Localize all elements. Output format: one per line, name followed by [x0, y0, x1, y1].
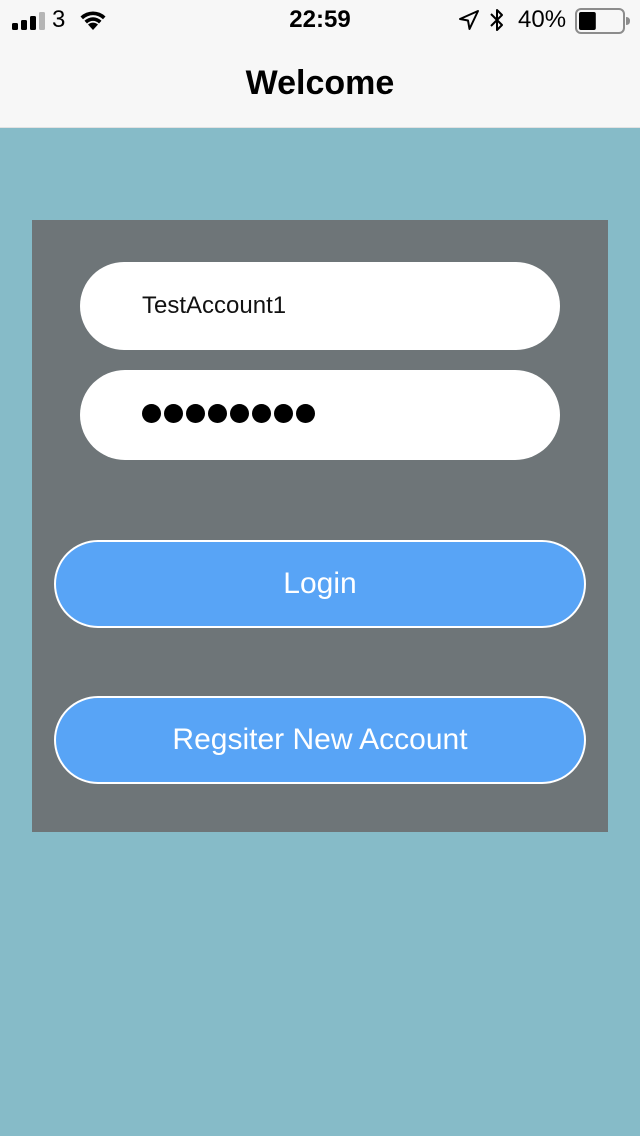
password-dot	[252, 404, 271, 423]
status-bar: 3 22:59 40%	[0, 0, 640, 40]
password-field[interactable]	[80, 370, 560, 460]
top-bar-area: 3 22:59 40% Welcome	[0, 0, 640, 128]
password-mask	[142, 404, 315, 426]
password-dot	[230, 404, 249, 423]
password-dot	[186, 404, 205, 423]
username-field[interactable]: TestAccount1	[80, 262, 560, 350]
page-title: Welcome	[245, 64, 395, 102]
login-card: TestAccount1 Login Regsiter New Account	[32, 220, 608, 832]
password-dot	[296, 404, 315, 423]
bluetooth-icon	[490, 9, 503, 31]
password-dot	[274, 404, 293, 423]
password-dot	[164, 404, 183, 423]
battery-percent: 40%	[518, 6, 567, 33]
login-button[interactable]: Login	[54, 540, 586, 628]
password-dot	[142, 404, 161, 423]
location-arrow-icon	[459, 10, 479, 30]
password-dot	[208, 404, 227, 423]
username-value: TestAccount1	[142, 292, 287, 319]
register-new-account-button[interactable]: Regsiter New Account	[54, 696, 586, 784]
battery-icon	[575, 8, 630, 34]
